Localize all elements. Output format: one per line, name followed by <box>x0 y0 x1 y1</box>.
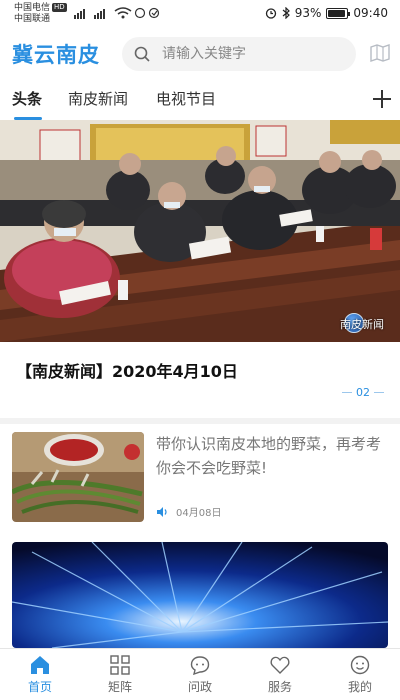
nav-services[interactable]: 服务 <box>248 655 312 695</box>
news-card-image[interactable] <box>0 534 400 648</box>
add-channel-icon[interactable] <box>372 89 392 109</box>
alarm-icon <box>265 8 276 19</box>
status-bar: 中国电信 HD 中国联通 93% 09:40 <box>0 0 400 30</box>
video-watermark: 南皮新闻 <box>340 318 384 331</box>
grid-icon <box>110 655 130 675</box>
app-title: 冀云南皮 <box>12 43 100 67</box>
hd-badge: HD <box>52 3 67 12</box>
search-bar[interactable]: 请输入关键字 <box>122 37 356 71</box>
carousel-pager: 02 <box>342 386 384 399</box>
bluetooth-icon <box>282 7 290 19</box>
nav-inquiry-label: 问政 <box>187 680 212 694</box>
user-icon <box>350 655 370 675</box>
nav-mine-label: 我的 <box>347 680 372 694</box>
hero-banner[interactable]: 南皮新闻 <box>0 120 400 342</box>
nav-home[interactable]: 首页 <box>8 655 72 695</box>
nav-services-label: 服务 <box>267 680 292 694</box>
notification-icons <box>134 7 160 19</box>
news-date: 04月08日 <box>176 508 222 519</box>
channel-tabs: 头条 南皮新闻 电视节目 <box>0 78 400 120</box>
bottom-nav: 首页 矩阵 问政 服务 我的 <box>0 648 400 700</box>
status-right: 93% 09:40 <box>265 6 388 20</box>
hero-title: 【南皮新闻】2020年4月10日 <box>16 362 238 381</box>
news-title: 带你认识南皮本地的野菜，再考考你会不会吃野菜! <box>156 435 382 477</box>
nav-home-label: 首页 <box>27 680 52 694</box>
battery-percent: 93% <box>294 6 322 20</box>
carrier-info: 中国电信 HD 中国联通 <box>14 3 67 25</box>
pager-line-left <box>342 392 352 393</box>
nav-matrix-label: 矩阵 <box>107 680 132 694</box>
news-meta: 04月08日 <box>156 504 221 519</box>
pager-line-right <box>374 392 384 393</box>
search-placeholder: 请输入关键字 <box>162 46 246 62</box>
heart-icon <box>270 656 290 674</box>
tab-nanpi-news[interactable]: 南皮新闻 <box>68 88 128 109</box>
pager-number: 02 <box>356 386 370 399</box>
news-item[interactable]: 带你认识南皮本地的野菜，再考考你会不会吃野菜! 04月08日 <box>0 424 400 540</box>
nav-mine[interactable]: 我的 <box>328 655 392 695</box>
tab-headlines[interactable]: 头条 <box>12 88 42 109</box>
clock: 09:40 <box>353 6 388 20</box>
chat-icon <box>190 656 210 675</box>
carrier-2: 中国联通 <box>14 14 51 24</box>
app-header: 冀云南皮 请输入关键字 <box>0 30 400 78</box>
tab-tv-programs[interactable]: 电视节目 <box>156 88 216 109</box>
signal-icon <box>74 9 105 19</box>
nav-matrix[interactable]: 矩阵 <box>88 655 152 695</box>
nav-inquiry[interactable]: 问政 <box>168 655 232 695</box>
hero-caption[interactable]: 【南皮新闻】2020年4月10日 02 <box>0 342 400 418</box>
carrier-1: 中国电信 <box>14 3 51 13</box>
hero-image <box>0 120 400 342</box>
wifi-icon <box>114 7 132 19</box>
map-icon[interactable] <box>370 44 390 62</box>
search-icon <box>134 46 150 62</box>
battery-fill <box>328 9 346 17</box>
audio-icon[interactable] <box>156 506 168 518</box>
news-thumbnail <box>12 432 144 522</box>
news-card-thumbnail <box>12 542 388 648</box>
home-icon <box>31 656 49 674</box>
battery-icon <box>326 7 351 19</box>
